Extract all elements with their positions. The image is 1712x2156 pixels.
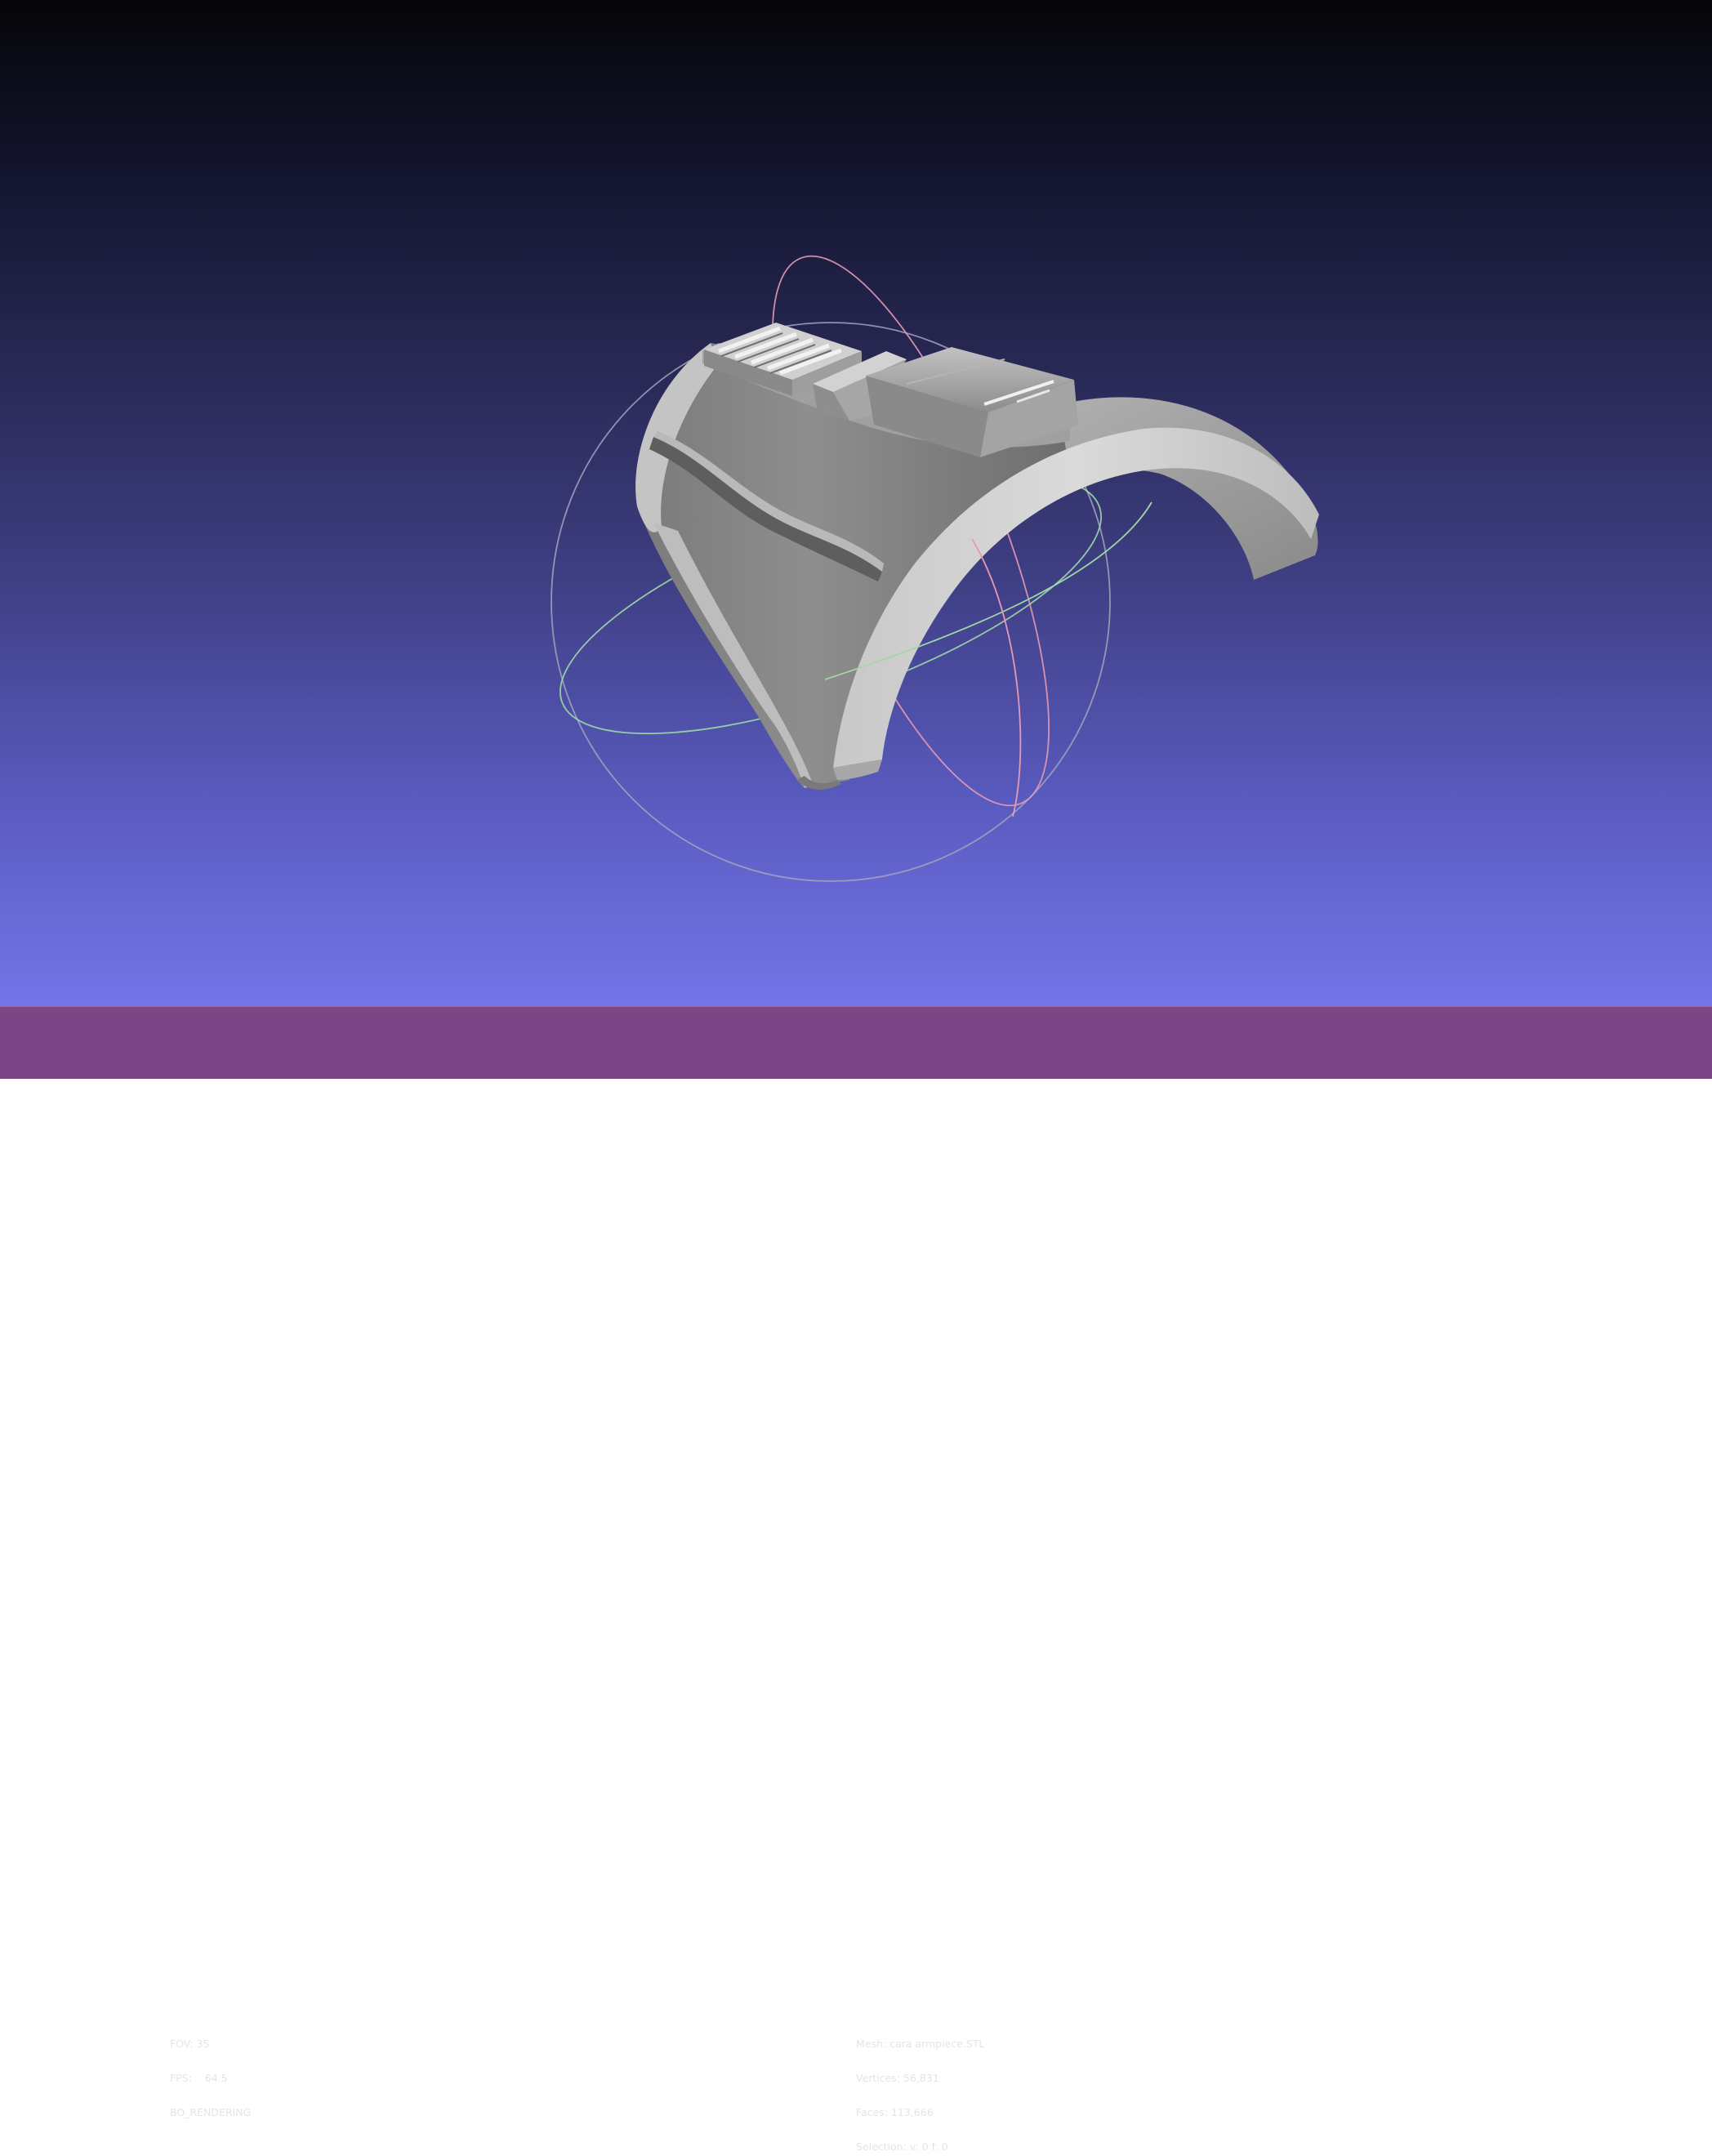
fps-readout: FPS: 64.5 [170, 2072, 228, 2084]
mesh-name-readout: Mesh: cara armpiece.STL [856, 2038, 985, 2050]
mesh-info: Mesh: cara armpiece.STL Vertices: 56,831… [856, 2016, 984, 2156]
mesh-armpiece [635, 323, 1319, 790]
vertices-readout: Vertices: 56,831 [856, 2072, 939, 2084]
status-bar: FOV: 35 FPS: 64.5 BO_RENDERING Mesh: car… [0, 1006, 1712, 2153]
render-mode-readout: BO_RENDERING [170, 2106, 252, 2118]
3d-viewport[interactable] [0, 0, 1712, 1006]
trackball-x-front-arc [971, 538, 1022, 817]
scene-canvas[interactable] [0, 0, 1712, 1006]
selection-readout: Selection: v: 0 f: 0 [856, 2140, 948, 2153]
faces-readout: Faces: 113,666 [856, 2106, 934, 2118]
fov-readout: FOV: 35 [170, 2038, 210, 2050]
render-info: FOV: 35 FPS: 64.5 BO_RENDERING [170, 2016, 251, 2141]
